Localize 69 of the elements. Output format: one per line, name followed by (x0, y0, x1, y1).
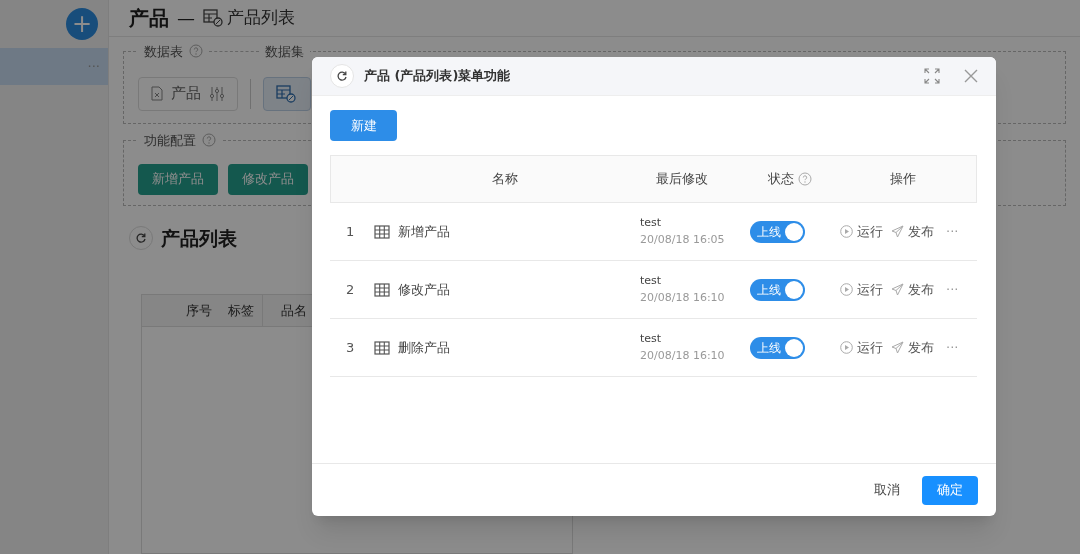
column-header: 标签 (227, 301, 255, 320)
help-icon (202, 133, 216, 148)
modified-by: test (640, 273, 663, 289)
play-icon (840, 283, 853, 296)
send-icon (891, 341, 904, 354)
action-link[interactable]: 运行 (840, 337, 883, 358)
new-button[interactable]: 新建 (330, 110, 397, 141)
refresh-icon (135, 231, 147, 244)
action-link[interactable]: 运行 (840, 279, 883, 300)
section-legend: 数据集 (265, 41, 304, 61)
fullscreen-icon (924, 68, 940, 84)
dataset-icon (276, 83, 298, 104)
section-legend: 功能配置 (144, 130, 196, 150)
refresh-button[interactable] (330, 64, 354, 88)
help-icon (189, 44, 203, 59)
dialog-title: 产品 (产品列表)菜单功能 (364, 67, 512, 86)
function-button[interactable]: 新增产品 (138, 163, 218, 195)
page-title: 产品 (129, 4, 169, 32)
dataset-icon (203, 7, 225, 28)
menu-name: 修改产品 (398, 280, 450, 299)
data-source-chip[interactable]: 产品 (138, 76, 238, 111)
file-icon (151, 86, 163, 101)
page-subtitle: 产品列表 (227, 6, 295, 29)
play-icon (840, 341, 853, 354)
help-icon (797, 172, 812, 186)
column-header: 序号 (185, 301, 213, 320)
refresh-icon (336, 70, 348, 82)
modified-time: 20/08/18 16:10 (640, 347, 726, 364)
send-icon (891, 225, 904, 238)
more-button[interactable]: ··· (946, 279, 959, 300)
column-header: 操作 (889, 170, 916, 189)
row-index: 3 (346, 339, 355, 355)
action-link[interactable]: 运行 (840, 221, 883, 242)
more-button[interactable]: ··· (946, 221, 959, 242)
table-icon (374, 224, 390, 239)
modified-by: test (640, 331, 663, 347)
play-icon (840, 225, 853, 238)
function-button[interactable]: 修改产品 (228, 163, 308, 195)
section-legend: 数据表 (144, 41, 183, 61)
row-index: 1 (346, 223, 355, 239)
data-source-chip[interactable] (263, 76, 311, 111)
chip-label: 产品 (171, 83, 201, 105)
more-button[interactable]: ··· (946, 337, 959, 358)
column-header: 名称 (492, 170, 519, 189)
title-separator: — (177, 6, 195, 31)
menu-name: 删除产品 (398, 338, 450, 357)
list-title: 产品列表 (161, 225, 237, 251)
confirm-button[interactable]: 确定 (922, 475, 978, 505)
row-index: 2 (346, 281, 355, 297)
send-icon (891, 283, 904, 296)
status-toggle[interactable]: 上线 (750, 336, 805, 359)
close-icon (964, 69, 978, 83)
table-icon (374, 340, 390, 355)
modified-time: 20/08/18 16:10 (640, 289, 726, 306)
status-toggle[interactable]: 上线 (750, 220, 805, 243)
action-link[interactable]: 发布 (891, 279, 934, 300)
cancel-button[interactable]: 取消 (874, 480, 900, 500)
table-icon (374, 282, 390, 297)
modified-time: 20/08/18 16:05 (640, 231, 726, 248)
sliders-icon (209, 85, 225, 102)
status-toggle[interactable]: 上线 (750, 278, 805, 301)
column-header: 最后修改 (656, 170, 708, 189)
action-link[interactable]: 发布 (891, 337, 934, 358)
add-button[interactable]: + (66, 8, 98, 40)
action-link[interactable]: 发布 (891, 221, 934, 242)
column-header: 状态 (767, 170, 794, 189)
sidebar-item[interactable]: ··· (0, 48, 108, 85)
modified-by: test (640, 215, 663, 231)
menu-name: 新增产品 (398, 222, 450, 241)
